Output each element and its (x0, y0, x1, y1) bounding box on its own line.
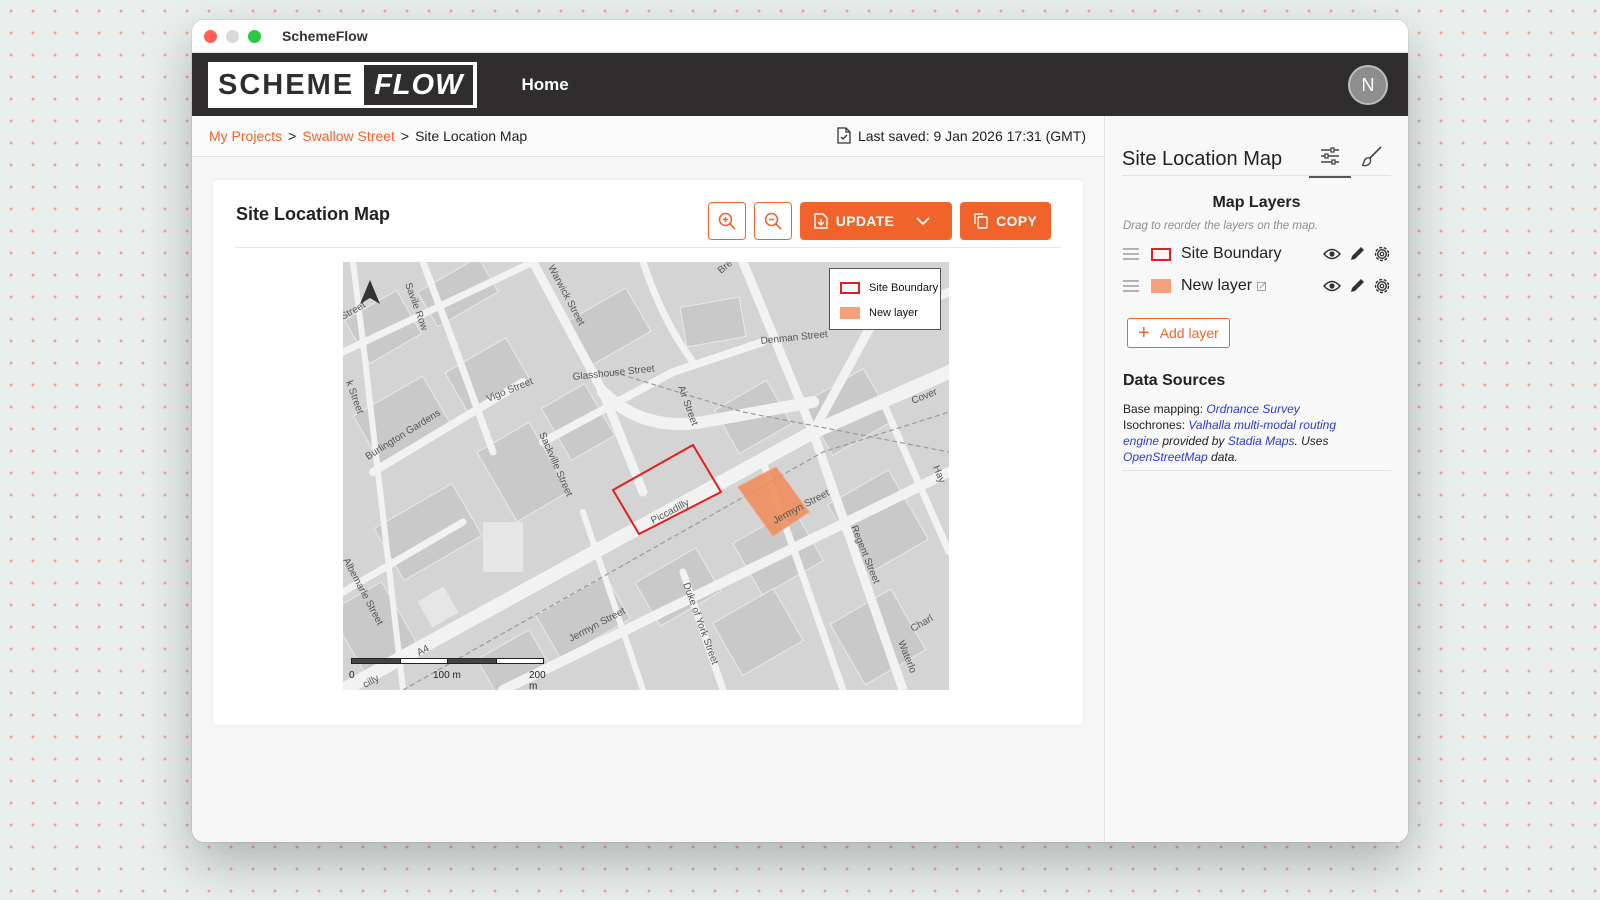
scale-segment (496, 658, 544, 664)
map-layers-title: Map Layers (1212, 194, 1301, 211)
edit-small-icon[interactable] (1257, 281, 1267, 291)
legend-label: Site Boundary (869, 281, 939, 294)
eye-icon[interactable] (1323, 279, 1341, 293)
openstreetmap-link[interactable]: OpenStreetMap (1123, 450, 1208, 464)
schemeflow-logo[interactable]: SCHEME FLOW (208, 62, 478, 108)
map-card: Site Location Map UPDATE COPY Savile Row… (213, 180, 1083, 725)
plus-icon: + (1138, 322, 1150, 344)
window-title: SchemeFlow (282, 28, 368, 44)
ds-iso-prefix: Isochrones: (1123, 418, 1189, 432)
layer-actions (1323, 277, 1391, 295)
sidebar-tabs (1309, 136, 1393, 178)
scale-label: 200 m (529, 670, 546, 690)
scale-segment (351, 658, 401, 664)
zoom-out-icon (764, 212, 782, 230)
scale-label: 100 m (433, 670, 461, 681)
minimize-window-button[interactable] (226, 29, 239, 43)
sliders-icon (1321, 147, 1339, 165)
drag-handle-icon[interactable] (1123, 280, 1139, 292)
stadia-maps-link[interactable]: Stadia Maps (1228, 434, 1295, 448)
close-window-button[interactable] (204, 29, 217, 43)
eye-icon[interactable] (1323, 247, 1341, 261)
legend-item-site-boundary: Site Boundary (840, 275, 940, 300)
data-sources-title: Data Sources (1123, 372, 1226, 389)
sidebar-divider (1122, 175, 1391, 176)
logo-text-left: SCHEME (218, 69, 355, 101)
add-layer-label: Add layer (1159, 325, 1219, 341)
maximize-window-button[interactable] (248, 29, 261, 43)
add-layer-button[interactable]: + Add layer (1127, 318, 1230, 348)
main-content: My Projects > Swallow Street > Site Location… (192, 116, 1104, 842)
scale-segment (400, 658, 448, 664)
drag-handle-icon[interactable] (1123, 248, 1139, 260)
ds-data-suffix: data. (1207, 450, 1238, 464)
breadcrumb-my-projects[interactable]: My Projects (209, 128, 282, 144)
app-window: SchemeFlow SCHEME FLOW Home N My Project… (192, 20, 1408, 842)
pencil-icon[interactable] (1349, 278, 1365, 294)
pencil-icon[interactable] (1349, 246, 1365, 262)
tab-style[interactable] (1351, 136, 1393, 176)
zoom-out-button[interactable] (753, 202, 792, 240)
north-arrow-icon (360, 280, 380, 304)
zoom-in-button[interactable] (707, 202, 746, 240)
map-layers-hint: Drag to reorder the layers on the map. (1123, 220, 1318, 232)
breadcrumb-swallow-street[interactable]: Swallow Street (302, 128, 395, 144)
card-title: Site Location Map (236, 204, 391, 224)
site-location-map[interactable]: Savile Row Warwick Street Bre Denman Str… (343, 262, 949, 690)
gear-icon[interactable] (1373, 277, 1391, 295)
copy-icon (974, 213, 988, 229)
layer-name: Site Boundary (1181, 245, 1282, 262)
breadcrumb: My Projects > Swallow Street > Site Location… (209, 128, 527, 144)
scale-label: 0 (349, 670, 355, 681)
ds-base-prefix: Base mapping: (1123, 402, 1207, 416)
tab-layers-settings[interactable] (1309, 136, 1351, 178)
chevron-down-icon[interactable] (916, 216, 930, 226)
scale-bar: 0 100 m 200 m (349, 658, 551, 690)
scale-segment (447, 658, 497, 664)
map-toolbar: UPDATE COPY (707, 202, 1051, 240)
breadcrumb-separator: > (400, 128, 410, 144)
layer-name: New layer (1181, 277, 1253, 294)
data-sources-text: Base mapping: Ordnance Survey Isochrones… (1123, 401, 1368, 465)
nav-home-link[interactable]: Home (521, 75, 568, 95)
card-divider (235, 247, 1061, 248)
sidebar-title: Site Location Map (1122, 148, 1283, 170)
layer-row-site-boundary[interactable]: Site Boundary (1123, 240, 1391, 268)
layer-row-new-layer[interactable]: New layer (1123, 272, 1391, 300)
ds-provided-by: provided by (1159, 434, 1228, 448)
brush-icon (1361, 146, 1382, 167)
breadcrumb-current: Site Location Map (415, 128, 528, 144)
update-button[interactable]: UPDATE (799, 202, 953, 240)
data-sources-divider (1122, 470, 1391, 471)
breadcrumb-separator: > (288, 128, 297, 144)
layer-swatch-site-boundary (1151, 247, 1171, 261)
layer-actions (1323, 245, 1391, 263)
legend-swatch-site-boundary (840, 281, 860, 294)
document-icon (837, 127, 851, 144)
breadcrumb-bar: My Projects > Swallow Street > Site Location… (192, 116, 1104, 157)
ordnance-survey-link[interactable]: Ordnance Survey (1206, 402, 1299, 416)
layer-swatch-new-layer (1151, 279, 1171, 293)
title-bar: SchemeFlow (192, 20, 1408, 53)
legend-item-new-layer: New layer (840, 300, 940, 325)
zoom-in-icon (718, 212, 736, 230)
gear-icon[interactable] (1373, 245, 1391, 263)
legend-label: New layer (869, 306, 918, 319)
legend-swatch-new-layer (840, 306, 860, 319)
logo-text-right: FLOW (364, 65, 474, 105)
copy-button[interactable]: COPY (960, 202, 1051, 240)
last-saved-status: Last saved: 9 Jan 2026 17:31 (GMT) (837, 127, 1086, 144)
update-label: UPDATE (835, 213, 895, 229)
document-icon (814, 213, 828, 229)
ds-uses: . Uses (1294, 434, 1329, 448)
copy-label: COPY (996, 213, 1037, 229)
map-legend: Site Boundary New layer (829, 268, 941, 330)
top-navigation-bar: SCHEME FLOW Home N (192, 53, 1408, 117)
right-sidebar: Site Location Map Map Layers Drag to reo… (1104, 116, 1408, 842)
user-avatar[interactable]: N (1348, 65, 1388, 105)
last-saved-text: Last saved: 9 Jan 2026 17:31 (GMT) (857, 127, 1086, 144)
